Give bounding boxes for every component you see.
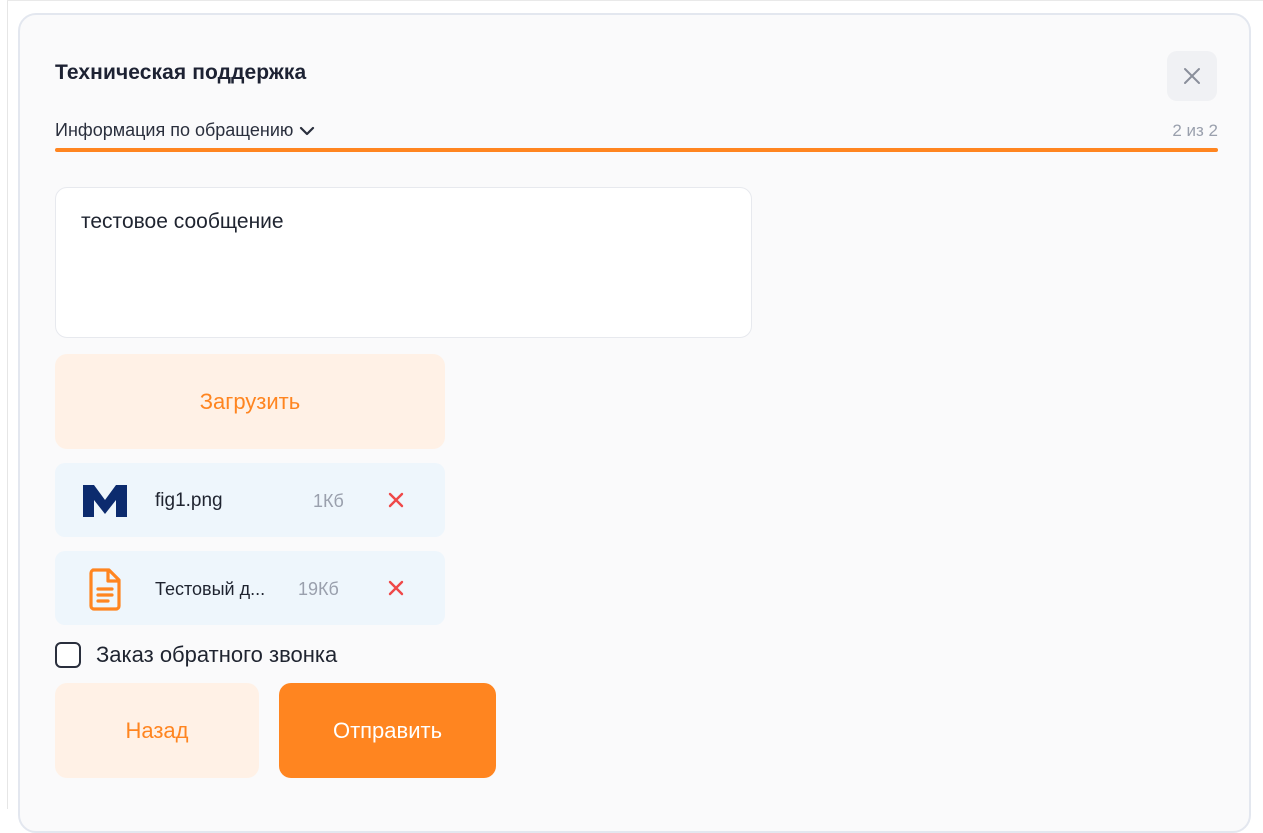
file-name: fig1.png (155, 490, 223, 511)
support-modal: Техническая поддержка Информация по обра… (18, 13, 1251, 833)
callback-checkbox[interactable] (55, 642, 81, 668)
submit-button[interactable]: Отправить (279, 683, 496, 778)
remove-file-button[interactable] (385, 489, 407, 511)
file-item: fig1.png 1Кб (55, 463, 445, 537)
submit-button-label: Отправить (332, 717, 443, 743)
section-toggle[interactable]: Информация по обращению (55, 120, 315, 141)
chevron-down-icon (300, 126, 315, 135)
modal-title: Техническая поддержка (55, 61, 307, 84)
callback-label: Заказ обратного звонка (96, 642, 338, 667)
remove-file-button[interactable] (385, 577, 407, 599)
step-counter: 2 из 2 (1172, 121, 1218, 140)
file-size: 19Кб (298, 579, 339, 599)
back-button[interactable]: Назад (55, 683, 259, 778)
file-item: Тестовый д... 19Кб (55, 551, 445, 625)
upload-button-label: Загрузить (199, 388, 301, 414)
section-title: Информация по обращению (55, 120, 294, 140)
page-edge (7, 0, 8, 809)
upload-button[interactable]: Загрузить (55, 354, 445, 449)
message-text: тестовое сообщение (81, 210, 284, 233)
document-file-icon (79, 568, 131, 611)
image-file-icon (79, 481, 131, 521)
remove-file-icon (388, 580, 404, 596)
remove-file-icon (388, 492, 404, 508)
file-name: Тестовый д... (155, 579, 266, 599)
message-textarea[interactable]: тестовое сообщение (55, 187, 752, 338)
file-size: 1Кб (313, 491, 344, 511)
section-header: Информация по обращению 2 из 2 (55, 120, 1218, 150)
progress-bar (55, 148, 1218, 152)
close-icon (1184, 68, 1200, 84)
back-button-label: Назад (125, 717, 189, 743)
page-edge-top (7, 0, 1263, 1)
callback-option[interactable]: Заказ обратного звонка (55, 640, 337, 670)
close-button[interactable] (1167, 51, 1217, 101)
